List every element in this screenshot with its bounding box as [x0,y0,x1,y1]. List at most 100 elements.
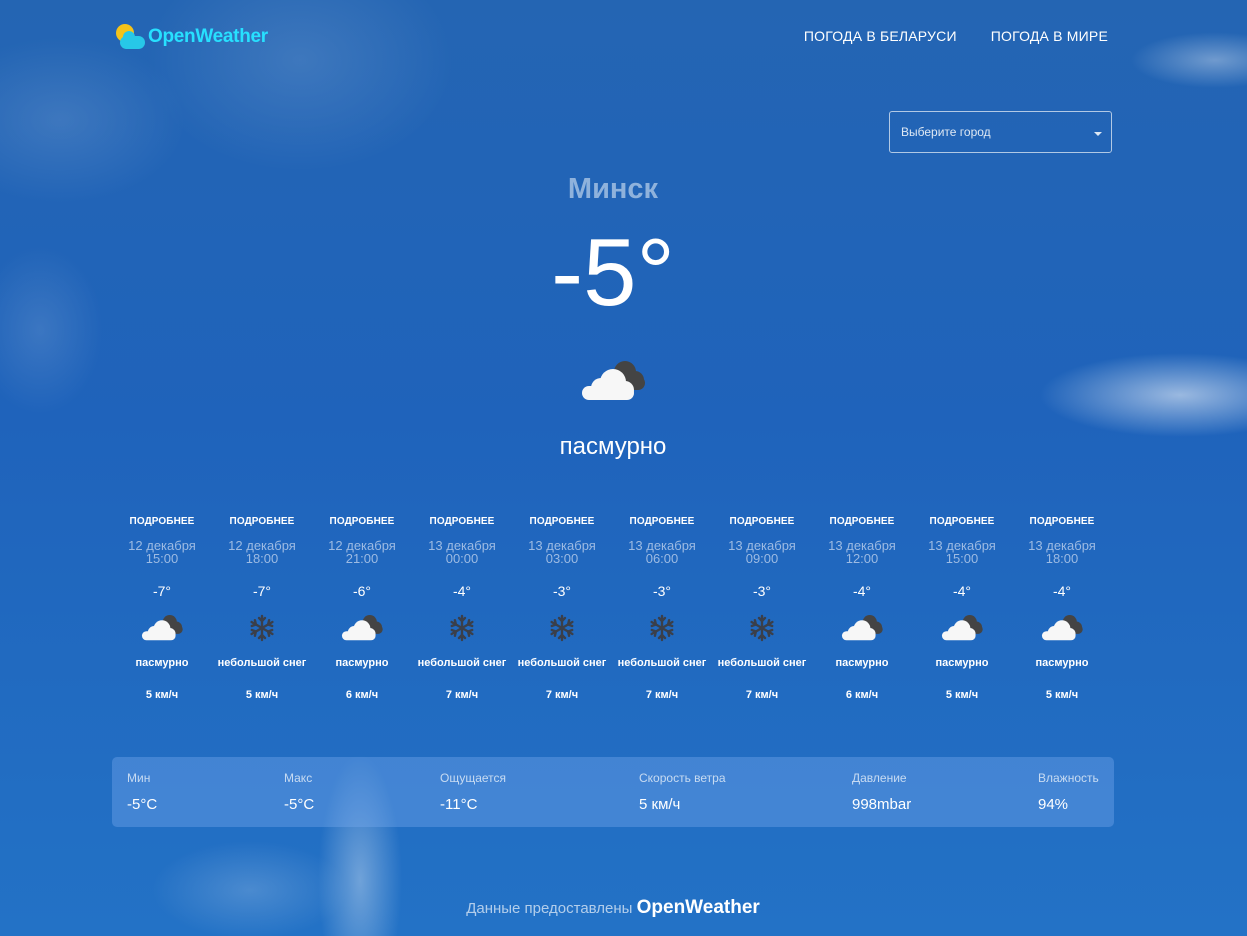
forecast-datetime: 12 декабря 15:00 [112,539,212,565]
forecast-list: ПОДРОБНЕЕ 12 декабря 15:00 -7° пасмурно 5 км/… [112,516,1112,716]
forecast-datetime: 13 декабря 15:00 [912,539,1012,565]
forecast-description: пасмурно [1035,657,1089,669]
forecast-description: небольшой снег [417,657,507,669]
stat-value: -11°C [440,796,478,813]
forecast-datetime: 13 декабря 09:00 [712,539,812,565]
chevron-down-icon [1094,132,1102,136]
stat-value: 5 км/ч [639,796,681,813]
forecast-time: 12:00 [845,551,879,566]
forecast-wind: 6 км/ч [345,689,379,701]
forecast-time: 21:00 [345,551,379,566]
logo-text: OpenWeather [148,26,268,47]
forecast-time: 06:00 [645,551,679,566]
forecast-datetime: 13 декабря 12:00 [812,539,912,565]
city-select-placeholder: Выберите город [901,125,991,139]
forecast-item: ПОДРОБНЕЕ 13 декабря 03:00 -3° небольшой сне… [512,516,612,716]
forecast-temp: -7° [252,583,272,599]
more-details-link[interactable]: ПОДРОБНЕЕ [112,516,212,530]
forecast-item: ПОДРОБНЕЕ 13 декабря 15:00 -4° пасмурно 5 км/… [912,516,1012,716]
forecast-temp: -3° [652,583,672,599]
forecast-item: ПОДРОБНЕЕ 13 декабря 09:00 -3° небольшой сне… [712,516,812,716]
forecast-item: ПОДРОБНЕЕ 13 декабря 18:00 -4° пасмурно 5 км/… [1012,516,1112,716]
forecast-temp: -3° [752,583,772,599]
forecast-datetime: 13 декабря 00:00 [412,539,512,565]
header: OpenWeather ПОГОДА В БЕЛАРУСИ ПОГОДА В М… [114,22,1108,52]
forecast-description: пасмурно [135,657,189,669]
forecast-wind: 6 км/ч [845,689,879,701]
forecast-description: пасмурно [335,657,389,669]
more-details-link[interactable]: ПОДРОБНЕЕ [612,516,712,530]
forecast-time: 09:00 [745,551,779,566]
forecast-item: ПОДРОБНЕЕ 12 декабря 18:00 -7° небольшой сне… [212,516,312,716]
forecast-wind: 7 км/ч [645,689,679,701]
forecast-datetime: 12 декабря 18:00 [212,539,312,565]
forecast-temp: -4° [852,583,872,599]
nav-weather-world[interactable]: ПОГОДА В МИРЕ [991,28,1108,44]
forecast-description: пасмурно [835,657,889,669]
nav-weather-belarus[interactable]: ПОГОДА В БЕЛАРУСИ [804,28,957,44]
forecast-wind: 5 км/ч [945,689,979,701]
stat-item: Мин -5°C [127,771,157,813]
stat-value: 94% [1038,796,1069,813]
footer-text: Данные предоставлены [466,900,633,917]
overcast-cloud-icon [340,613,384,643]
stat-value: 998mbar [852,796,912,813]
more-details-link[interactable]: ПОДРОБНЕЕ [912,516,1012,530]
footer: Данные предоставлены OpenWeather [0,897,1226,919]
stat-label: Мин [127,771,151,785]
forecast-item: ПОДРОБНЕЕ 12 декабря 15:00 -7° пасмурно 5 км/… [112,516,212,716]
forecast-temp: -6° [352,583,372,599]
forecast-time: 18:00 [245,551,279,566]
forecast-description: небольшой снег [617,657,707,669]
snowflake-icon [540,613,584,643]
footer-brand-link[interactable]: OpenWeather [637,897,760,918]
snowflake-icon [440,613,484,643]
forecast-wind: 7 км/ч [745,689,779,701]
forecast-wind: 5 км/ч [245,689,279,701]
forecast-temp: -3° [552,583,572,599]
forecast-wind: 5 км/ч [1045,689,1079,701]
forecast-wind: 7 км/ч [445,689,479,701]
more-details-link[interactable]: ПОДРОБНЕЕ [512,516,612,530]
overcast-cloud-icon [940,613,984,643]
forecast-wind: 5 км/ч [145,689,179,701]
stat-label: Давление [852,771,907,785]
stat-value: -5°C [127,796,158,813]
forecast-datetime: 13 декабря 03:00 [512,539,612,565]
snowflake-icon [740,613,784,643]
overcast-cloud-icon [140,613,184,643]
stats-panel: Мин -5°C Макс -5°C Ощущается -11°C Скорость ве… [112,757,1114,827]
city-name: Минск [567,173,659,205]
overcast-cloud-icon [840,613,884,643]
more-details-link[interactable]: ПОДРОБНЕЕ [212,516,312,530]
forecast-time: 15:00 [145,551,179,566]
stat-label: Макс [284,771,313,785]
forecast-time: 00:00 [445,551,479,566]
forecast-item: ПОДРОБНЕЕ 13 декабря 00:00 -4° небольшой сне… [412,516,512,716]
forecast-temp: -7° [152,583,172,599]
forecast-datetime: 13 декабря 06:00 [612,539,712,565]
stat-label: Скорость ветра [639,771,726,785]
forecast-description: небольшой снег [217,657,307,669]
forecast-temp: -4° [952,583,972,599]
stat-item: Давление 998mbar [852,771,911,813]
more-details-link[interactable]: ПОДРОБНЕЕ [712,516,812,530]
stat-item: Макс -5°C [284,771,314,813]
stat-item: Влажность 94% [1038,771,1099,813]
city-select[interactable]: Выберите город [889,111,1112,153]
more-details-link[interactable]: ПОДРОБНЕЕ [1012,516,1112,530]
more-details-link[interactable]: ПОДРОБНЕЕ [312,516,412,530]
logo[interactable]: OpenWeather [114,22,268,52]
forecast-description: небольшой снег [717,657,807,669]
more-details-link[interactable]: ПОДРОБНЕЕ [812,516,912,530]
stat-label: Влажность [1038,771,1099,785]
forecast-temp: -4° [452,583,472,599]
stat-item: Ощущается -11°C [440,771,506,813]
stat-item: Скорость ветра 5 км/ч [639,771,726,813]
snowflake-icon [640,613,684,643]
more-details-link[interactable]: ПОДРОБНЕЕ [412,516,512,530]
stat-value: -5°C [284,796,315,813]
main-nav: ПОГОДА В БЕЛАРУСИ ПОГОДА В МИРЕ [804,28,1108,44]
stat-label: Ощущается [440,771,507,785]
sun-cloud-logo-icon [114,22,146,52]
